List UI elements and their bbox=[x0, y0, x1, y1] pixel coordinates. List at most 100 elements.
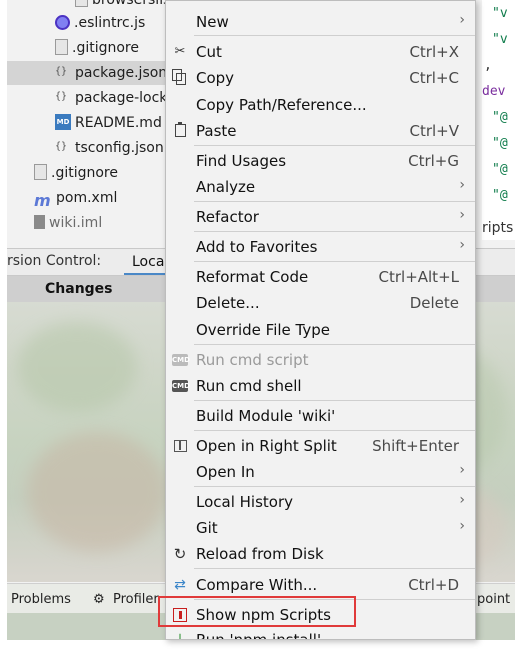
menu-separator bbox=[194, 145, 475, 146]
menu-item-local-history[interactable]: Local History › bbox=[166, 489, 475, 515]
menu-item-refactor[interactable]: Refactor › bbox=[166, 204, 475, 230]
menu-item-run-npm-install[interactable]: ↓ Run 'npm install' bbox=[166, 627, 475, 640]
code-line: "@ bbox=[492, 188, 508, 203]
menu-label: Copy Path/Reference... bbox=[196, 96, 367, 114]
chevron-right-icon: › bbox=[459, 207, 465, 223]
menu-label: Analyze bbox=[196, 178, 256, 196]
chevron-right-icon: › bbox=[459, 177, 465, 193]
tree-item[interactable]: .eslintrc.js bbox=[55, 11, 145, 35]
menu-separator bbox=[194, 344, 475, 345]
tree-item-label: tsconfig.json bbox=[75, 140, 164, 156]
menu-item-paste[interactable]: Paste Ctrl+V bbox=[166, 118, 475, 144]
menu-separator bbox=[194, 486, 475, 487]
menu-label: Cut bbox=[196, 43, 222, 61]
tree-item[interactable]: .gitignore bbox=[34, 161, 118, 185]
tree-item[interactable]: {} tsconfig.json bbox=[55, 136, 164, 160]
code-line: "v bbox=[492, 32, 508, 47]
menu-label: Find Usages bbox=[196, 152, 287, 170]
menu-label: Run cmd script bbox=[196, 351, 309, 369]
eslint-icon bbox=[55, 14, 70, 30]
menu-shortcut: Ctrl+V bbox=[409, 122, 459, 140]
menu-shortcut: Ctrl+D bbox=[408, 576, 459, 594]
maven-icon: m bbox=[34, 191, 51, 210]
clipboard-icon bbox=[175, 122, 186, 137]
file-icon bbox=[55, 39, 68, 55]
breakpoint-tab[interactable]: point bbox=[477, 592, 510, 607]
menu-item-new[interactable]: New › bbox=[166, 9, 475, 35]
chevron-right-icon: › bbox=[459, 492, 465, 508]
menu-label: Add to Favorites bbox=[196, 238, 318, 256]
tree-item[interactable]: MD README.md bbox=[55, 111, 162, 135]
tree-item-label: .eslintrc.js bbox=[74, 15, 146, 31]
tree-item[interactable]: m pom.xml bbox=[34, 186, 117, 210]
menu-label: Reformat Code bbox=[196, 268, 309, 286]
tree-item-label: .gitignore bbox=[72, 40, 139, 56]
tree-item-label: package.json bbox=[75, 65, 168, 81]
cmd-icon: CMD bbox=[172, 380, 190, 392]
chevron-right-icon: › bbox=[459, 518, 465, 534]
code-line: ripts bbox=[482, 220, 514, 236]
chevron-right-icon: › bbox=[459, 12, 465, 28]
tree-item-label: README.md bbox=[75, 115, 162, 131]
menu-item-find-usages[interactable]: Find Usages Ctrl+G bbox=[166, 148, 475, 174]
menu-label: Build Module 'wiki' bbox=[196, 407, 336, 425]
menu-label: Delete... bbox=[196, 294, 260, 312]
menu-item-run-cmd-shell[interactable]: CMD Run cmd shell bbox=[166, 373, 475, 399]
tree-item-selected[interactable]: {} package.json bbox=[7, 61, 172, 85]
menu-item-analyze[interactable]: Analyze › bbox=[166, 174, 475, 200]
menu-item-git[interactable]: Git › bbox=[166, 515, 475, 541]
menu-label: Local History bbox=[196, 493, 294, 511]
problems-tab[interactable]: Problems bbox=[11, 592, 71, 607]
menu-shortcut: Ctrl+G bbox=[408, 152, 459, 170]
code-line: , bbox=[484, 58, 492, 73]
context-menu: New › ✂ Cut Ctrl+X Copy Ctrl+C Copy Path… bbox=[165, 0, 476, 640]
menu-shortcut: Ctrl+Alt+L bbox=[378, 268, 460, 286]
menu-item-reformat-code[interactable]: Reformat Code Ctrl+Alt+L bbox=[166, 264, 475, 290]
menu-item-copy-path[interactable]: Copy Path/Reference... bbox=[166, 92, 475, 118]
copy-icon bbox=[172, 69, 186, 85]
menu-label: Refactor bbox=[196, 208, 259, 226]
menu-item-build-module[interactable]: Build Module 'wiki' bbox=[166, 403, 475, 429]
menu-separator bbox=[194, 35, 475, 36]
compare-icon: ⇄ bbox=[174, 577, 186, 593]
menu-item-add-favorites[interactable]: Add to Favorites › bbox=[166, 234, 475, 260]
menu-item-compare-with[interactable]: ⇄ Compare With... Ctrl+D bbox=[166, 572, 475, 598]
download-arrow-icon: ↓ bbox=[174, 632, 186, 640]
tree-item[interactable]: wiki.iml bbox=[34, 211, 102, 235]
menu-shortcut: Shift+Enter bbox=[372, 437, 459, 455]
editor-strip: "v "v , dev "@ "@ "@ "@ ripts bbox=[482, 0, 515, 240]
menu-label: Open In bbox=[196, 463, 255, 481]
json-icon: {} bbox=[55, 141, 68, 152]
menu-item-open-right-split[interactable]: Open in Right Split Shift+Enter bbox=[166, 433, 475, 459]
menu-label: Compare With... bbox=[196, 576, 318, 594]
menu-label: Copy bbox=[196, 69, 235, 87]
menu-item-delete[interactable]: Delete... Delete bbox=[166, 290, 475, 316]
menu-item-reload-from-disk[interactable]: ↻ Reload from Disk bbox=[166, 541, 475, 567]
chevron-right-icon: › bbox=[459, 462, 465, 478]
menu-item-open-in[interactable]: Open In › bbox=[166, 459, 475, 485]
menu-shortcut: Delete bbox=[409, 294, 459, 312]
split-view-icon bbox=[174, 440, 187, 452]
menu-label: Reload from Disk bbox=[196, 545, 324, 563]
tree-item[interactable]: .gitignore bbox=[55, 36, 139, 60]
menu-shortcut: Ctrl+X bbox=[409, 43, 459, 61]
menu-item-override-file-type[interactable]: Override File Type bbox=[166, 317, 475, 343]
tree-item-label: .gitignore bbox=[51, 165, 118, 181]
file-icon bbox=[34, 164, 47, 180]
scissors-icon: ✂ bbox=[174, 44, 186, 59]
code-line: "@ bbox=[492, 110, 508, 125]
menu-item-copy[interactable]: Copy Ctrl+C bbox=[166, 65, 475, 91]
menu-separator bbox=[194, 261, 475, 262]
menu-item-cut[interactable]: ✂ Cut Ctrl+X bbox=[166, 39, 475, 65]
menu-separator bbox=[194, 231, 475, 232]
project-tree: browserslistrc .eslintrc.js .gitignore {… bbox=[7, 0, 189, 240]
menu-label: Run 'npm install' bbox=[196, 631, 322, 640]
tree-item[interactable]: {} package-lock bbox=[55, 86, 167, 110]
menu-separator bbox=[194, 568, 475, 569]
json-icon: {} bbox=[55, 91, 68, 102]
file-icon bbox=[75, 0, 88, 7]
changes-label[interactable]: Changes bbox=[45, 281, 113, 297]
profiler-tab[interactable]: Profiler bbox=[113, 592, 159, 607]
menu-label: Override File Type bbox=[196, 321, 330, 339]
markdown-icon: MD bbox=[55, 114, 71, 130]
